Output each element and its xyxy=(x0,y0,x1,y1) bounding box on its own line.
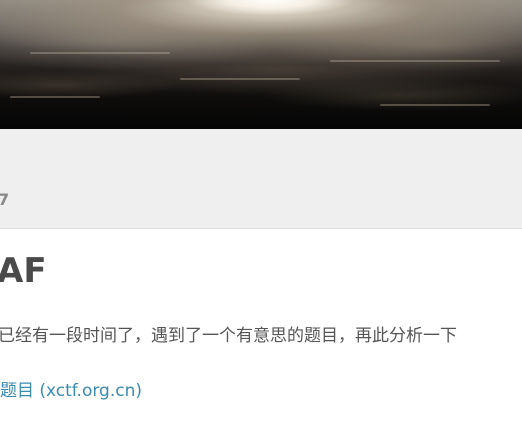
challenge-link[interactable]: 题目 (xctf.org.cn) xyxy=(0,378,142,404)
post-title: AF xyxy=(0,251,47,291)
post-excerpt: 已经有一段时间了，遇到了一个有意思的题目，再此分析一下 xyxy=(0,326,457,346)
hero-banner-image xyxy=(0,0,522,129)
post-date: 7 xyxy=(0,190,10,209)
post-meta-band: 7 xyxy=(0,129,522,229)
